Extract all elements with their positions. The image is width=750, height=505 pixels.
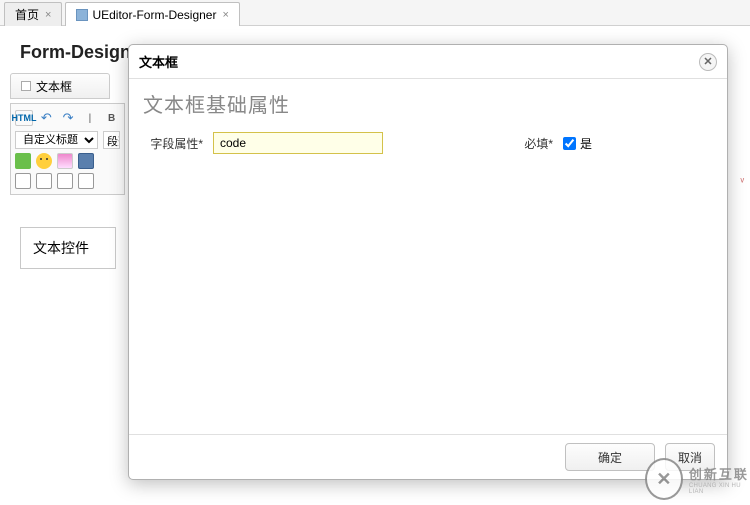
table-icon[interactable] bbox=[78, 173, 94, 189]
text-widget-box[interactable]: 文本控件 bbox=[20, 227, 116, 269]
required-checkbox[interactable] bbox=[563, 137, 576, 150]
heading-select[interactable]: 自定义标题 bbox=[15, 131, 98, 149]
table-icon[interactable] bbox=[57, 173, 73, 189]
close-icon[interactable]: ✕ bbox=[699, 53, 717, 71]
paragraph-select[interactable]: 段落 bbox=[103, 131, 120, 149]
video-icon[interactable] bbox=[78, 153, 94, 169]
watermark-logo: ✕ 创新互联 CHUANG XIN HU LIAN bbox=[645, 453, 750, 505]
required-label: 必填* bbox=[513, 135, 553, 152]
watermark-text: 创新互联 CHUANG XIN HU LIAN bbox=[689, 464, 750, 495]
watermark-en: CHUANG XIN HU LIAN bbox=[689, 483, 750, 495]
form-row: 字段属性* 必填* 是 bbox=[143, 132, 713, 154]
ok-button[interactable]: 确定 bbox=[565, 443, 655, 471]
watermark-cn: 创新互联 bbox=[689, 464, 750, 483]
tab-ueditor-label: UEditor-Form-Designer bbox=[92, 8, 216, 22]
dialog-section-title: 文本框基础属性 bbox=[143, 89, 713, 118]
component-textbox[interactable]: 文本框 bbox=[10, 73, 110, 99]
required-checkbox-wrapper[interactable]: 是 bbox=[563, 135, 592, 152]
close-icon[interactable]: × bbox=[222, 9, 228, 21]
html-source-button[interactable]: HTML bbox=[15, 110, 33, 126]
redo-icon[interactable]: ↷ bbox=[60, 109, 77, 127]
image-icon[interactable] bbox=[15, 153, 31, 169]
undo-icon[interactable]: ↶ bbox=[38, 109, 55, 127]
ruler-mark-icon: ᵛ bbox=[740, 176, 744, 188]
close-icon[interactable]: × bbox=[45, 9, 51, 21]
component-textbox-label: 文本框 bbox=[36, 78, 72, 95]
emoji-icon[interactable] bbox=[36, 153, 52, 169]
dialog-titlebar: 文本框 ✕ bbox=[129, 45, 727, 79]
logo-icon: ✕ bbox=[645, 458, 683, 500]
separator: | bbox=[82, 109, 99, 127]
table-icon[interactable] bbox=[36, 173, 52, 189]
dialog-title: 文本框 bbox=[139, 52, 178, 71]
tab-home-label: 首页 bbox=[15, 6, 39, 23]
textbox-icon bbox=[21, 81, 31, 91]
dialog-footer: 确定 取消 bbox=[129, 434, 727, 479]
table-icon[interactable] bbox=[15, 173, 31, 189]
field-attr-label: 字段属性* bbox=[143, 135, 203, 152]
scrawl-icon[interactable] bbox=[57, 153, 73, 169]
textbox-properties-dialog: 文本框 ✕ 文本框基础属性 字段属性* 必填* 是 确定 取消 bbox=[128, 44, 728, 480]
editor-toolbar: HTML ↶ ↷ | B 自定义标题 段落 bbox=[10, 103, 125, 195]
dialog-body: 文本框基础属性 字段属性* 必填* 是 bbox=[129, 79, 727, 434]
tab-ueditor[interactable]: UEditor-Form-Designer × bbox=[65, 2, 239, 26]
form-icon bbox=[76, 9, 88, 21]
text-widget-label: 文本控件 bbox=[33, 240, 89, 256]
field-attr-input[interactable] bbox=[213, 132, 383, 154]
tab-home[interactable]: 首页 × bbox=[4, 2, 62, 26]
bold-button[interactable]: B bbox=[103, 109, 120, 127]
tab-strip: 首页 × UEditor-Form-Designer × bbox=[0, 0, 750, 26]
required-value-label: 是 bbox=[580, 135, 592, 152]
